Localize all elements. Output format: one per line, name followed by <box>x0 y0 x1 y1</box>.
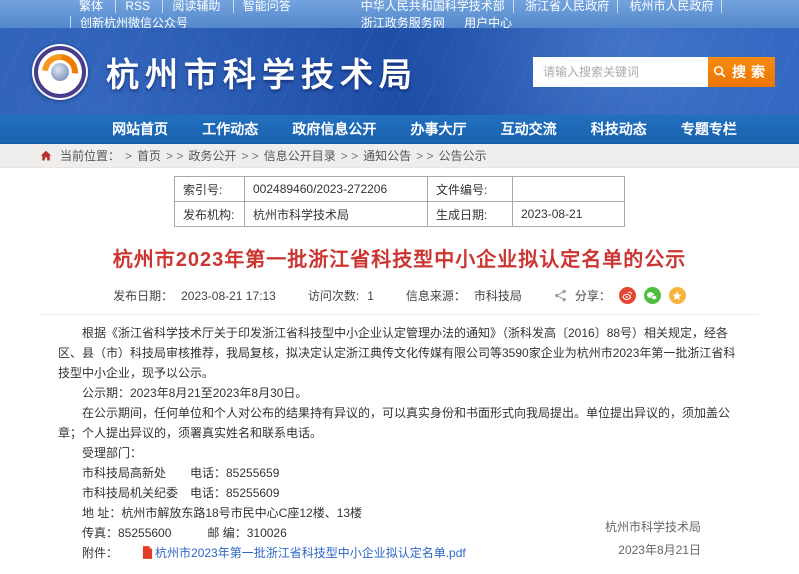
share-qzone-icon[interactable] <box>669 287 686 304</box>
site-logo[interactable] <box>32 44 88 100</box>
publish-date: 2023-08-21 17:13 <box>181 289 276 303</box>
topbar-link-most[interactable]: 中华人民共和国科学技术部 <box>353 0 514 13</box>
topbar-left-links: 繁体 RSS 阅读辅助 智能问答 创新杭州微信公众号 <box>70 0 353 31</box>
site-title[interactable]: 杭州市科学技术局 <box>106 48 418 96</box>
doc-info-value: 002489460/2023-272206 <box>245 177 428 202</box>
pdf-icon <box>118 545 153 565</box>
article-paragraph: 市科技局高新处 电话：85255659 <box>58 463 741 483</box>
topbar: 繁体 RSS 阅读辅助 智能问答 创新杭州微信公众号 中华人民共和国科学技术部 … <box>0 0 799 28</box>
topbar-link-zhejiang-gov[interactable]: 浙江省人民政府 <box>517 0 618 13</box>
article-paragraph: 公示期：2023年8月21至2023年8月30日。 <box>58 383 741 403</box>
meta-divider <box>40 314 759 315</box>
doc-info-value: 2023-08-21 <box>513 202 625 227</box>
logo-globe-icon <box>51 63 69 81</box>
doc-info-label: 索引号: <box>175 177 245 202</box>
page: 繁体 RSS 阅读辅助 智能问答 创新杭州微信公众号 中华人民共和国科学技术部 … <box>0 0 799 574</box>
publish-date-label: 发布日期： <box>113 287 173 304</box>
home-icon <box>40 150 52 162</box>
visits-count: 1 <box>367 289 374 303</box>
article-meta: 发布日期： 2023-08-21 17:13 访问次数: 1 信息来源： 市科技局 分… <box>0 287 799 304</box>
brand: 杭州市科学技术局 <box>32 44 418 100</box>
search-icon <box>713 65 727 79</box>
visits-label: 访问次数: <box>308 287 359 304</box>
nav-item-special-columns[interactable]: 专题专栏 <box>681 119 737 139</box>
topbar-right-links: 中华人民共和国科学技术部 浙江省人民政府 杭州市人民政府 浙江政务服务网 用户中… <box>353 0 777 31</box>
main-nav: 网站首页 工作动态 政府信息公开 办事大厅 互动交流 科技动态 专题专栏 <box>0 115 799 144</box>
topbar-link-reading-aid[interactable]: 阅读辅助 <box>162 0 229 13</box>
doc-info-row: 索引号: 002489460/2023-272206 文件编号: <box>175 177 625 202</box>
search-box: 搜索 <box>533 57 775 87</box>
breadcrumb-item-announcements[interactable]: 公告公示 <box>439 147 487 164</box>
nav-item-home[interactable]: 网站首页 <box>112 119 168 139</box>
article-paragraph: 受理部门： <box>58 443 741 463</box>
doc-info-value: 杭州市科学技术局 <box>245 202 428 227</box>
topbar-link-rss[interactable]: RSS <box>115 0 159 13</box>
breadcrumb: 当前位置： > 首页 > > 政务公开 > > 信息公开目录 > > 通知公告 … <box>0 144 799 168</box>
article-signature: 杭州市科学技术局 2023年8月21日 <box>605 516 701 562</box>
breadcrumb-separator: > > <box>166 149 183 163</box>
signature-org: 杭州市科学技术局 <box>605 516 701 539</box>
breadcrumb-separator: > > <box>341 149 358 163</box>
article-title: 杭州市2023年第一批浙江省科技型中小企业拟认定名单的公示 <box>0 243 799 272</box>
doc-info-row: 发布机构: 杭州市科学技术局 生成日期: 2023-08-21 <box>175 202 625 227</box>
breadcrumb-item-home[interactable]: 首页 <box>137 147 161 164</box>
nav-item-gov-info[interactable]: 政府信息公开 <box>292 119 376 139</box>
source-value: 市科技局 <box>474 287 522 304</box>
attachment-link[interactable]: 杭州市2023年第一批浙江省科技型中小企业拟认定名单.pdf <box>118 546 466 560</box>
search-input[interactable] <box>533 57 708 87</box>
breadcrumb-separator: > > <box>241 149 258 163</box>
article-paragraph: 市科技局机关纪委 电话：85255609 <box>58 483 741 503</box>
attachment-label: 附件： <box>82 546 118 560</box>
nav-item-work-news[interactable]: 工作动态 <box>202 119 258 139</box>
doc-info-value <box>513 177 625 202</box>
breadcrumb-label: 当前位置： <box>60 147 120 164</box>
breadcrumb-separator: > > <box>416 149 433 163</box>
nav-item-service-hall[interactable]: 办事大厅 <box>410 119 466 139</box>
doc-info-table: 索引号: 002489460/2023-272206 文件编号: 发布机构: 杭… <box>174 176 625 227</box>
topbar-link-hangzhou-gov[interactable]: 杭州市人民政府 <box>621 0 722 13</box>
breadcrumb-item-notices[interactable]: 通知公告 <box>363 147 411 164</box>
attachment-filename: 杭州市2023年第一批浙江省科技型中小企业拟认定名单.pdf <box>155 546 466 560</box>
topbar-link-traditional[interactable]: 繁体 <box>70 0 112 13</box>
breadcrumb-item-info-catalog[interactable]: 信息公开目录 <box>264 147 336 164</box>
doc-info-label: 生成日期: <box>428 202 513 227</box>
article-page: 索引号: 002489460/2023-272206 文件编号: 发布机构: 杭… <box>0 168 799 574</box>
nav-item-interaction[interactable]: 互动交流 <box>501 119 557 139</box>
share-weibo-icon[interactable] <box>619 287 636 304</box>
source-label: 信息来源： <box>406 287 466 304</box>
article-paragraph: 根据《浙江省科学技术厅关于印发浙江省科技型中小企业认定管理办法的通知》（浙科发高… <box>58 323 741 383</box>
share-icon <box>554 289 567 302</box>
breadcrumb-item-gov-open[interactable]: 政务公开 <box>188 147 236 164</box>
search-button[interactable]: 搜索 <box>708 57 775 87</box>
search-button-label: 搜索 <box>732 62 770 82</box>
site-header: 杭州市科学技术局 搜索 <box>0 28 799 115</box>
doc-info-label: 文件编号: <box>428 177 513 202</box>
doc-info-label: 发布机构: <box>175 202 245 227</box>
breadcrumb-separator: > <box>125 149 132 163</box>
share-wechat-icon[interactable] <box>644 287 661 304</box>
share-label: 分享： <box>575 287 611 304</box>
article-paragraph: 在公示期间，任何单位和个人对公布的结果持有异议的，可以真实身份和书面形式向我局提… <box>58 403 741 443</box>
nav-item-tech-news[interactable]: 科技动态 <box>591 119 647 139</box>
signature-date: 2023年8月21日 <box>605 539 701 562</box>
topbar-link-smart-qa[interactable]: 智能问答 <box>233 0 300 13</box>
